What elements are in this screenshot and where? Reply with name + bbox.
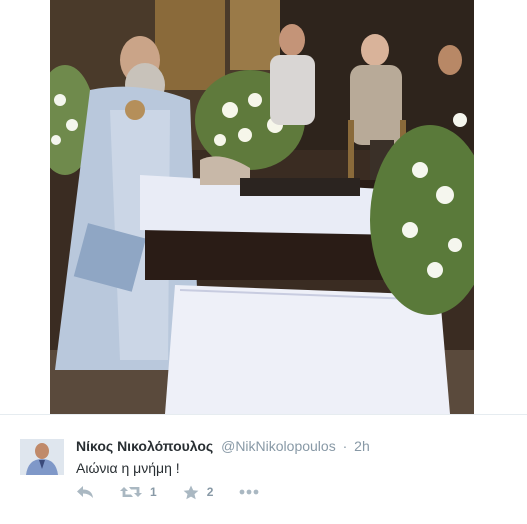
photo-icon [50, 0, 474, 414]
retweet-button[interactable]: 1 [120, 485, 157, 499]
timestamp[interactable]: 2h [354, 438, 370, 454]
more-icon [239, 489, 259, 495]
tweet-card: Νίκος Νικολόπουλος @NikNikolopoulos · 2h… [0, 414, 527, 524]
tweet-photo[interactable] [50, 0, 474, 414]
reply-button[interactable] [76, 485, 94, 499]
separator: · [342, 438, 348, 454]
tweet-header: Νίκος Νικολόπουλος @NikNikolopoulos · 2h [76, 437, 370, 455]
tweet-actions: 1 2 [76, 481, 285, 503]
avatar[interactable] [20, 439, 64, 475]
avatar-photo-icon [20, 439, 64, 475]
author-name[interactable]: Νίκος Νικολόπουλος [76, 438, 213, 454]
reply-icon [77, 486, 93, 498]
more-button[interactable] [239, 489, 259, 495]
retweet-count: 1 [150, 485, 157, 499]
favorite-button[interactable]: 2 [183, 485, 214, 500]
retweet-icon [120, 487, 142, 497]
tweet-photo-area [0, 0, 527, 414]
author-handle[interactable]: @NikNikolopoulos [221, 438, 336, 454]
favorite-count: 2 [206, 485, 214, 499]
star-icon [183, 485, 199, 499]
tweet-text: Αιώνια η μνήμη ! [76, 460, 180, 476]
